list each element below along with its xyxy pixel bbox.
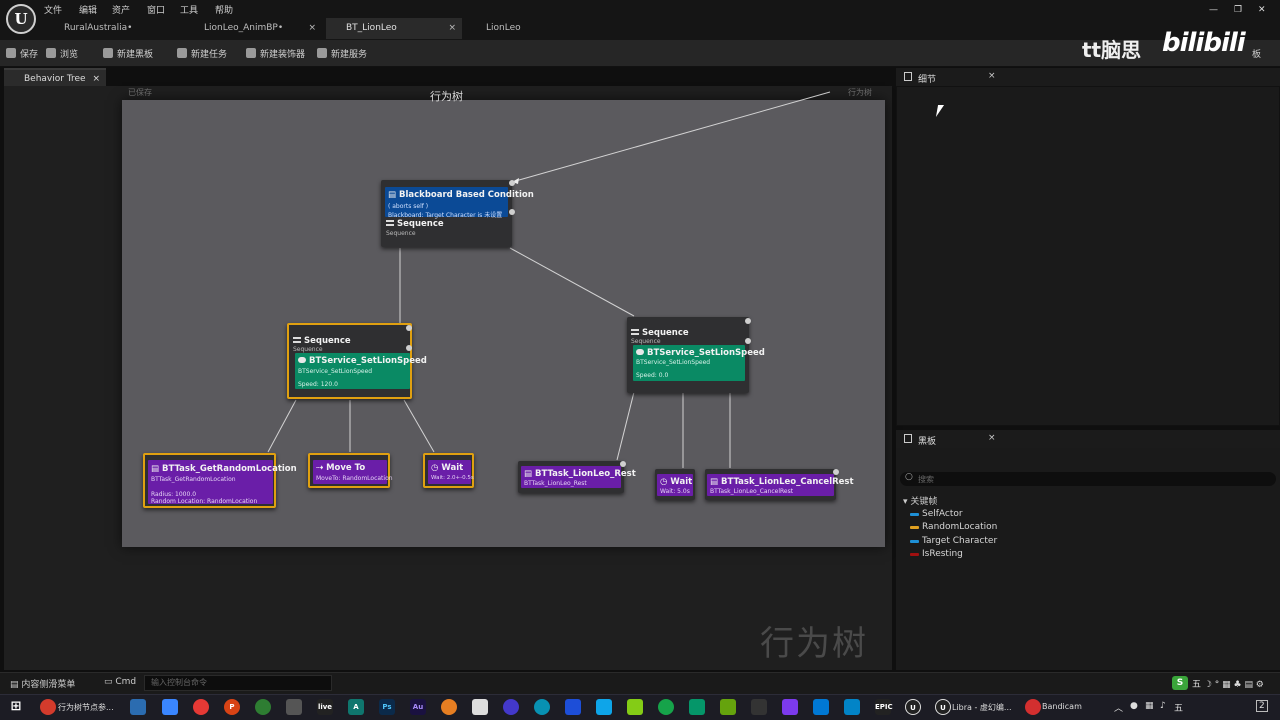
key-type-swatch [910,513,919,516]
bandicam-task-label[interactable]: Bandicam [1042,702,1082,711]
lionleo-cancel-rest-task[interactable]: ▤ BTTask_LionLeo_CancelRest BTTask_LionL… [705,469,854,500]
right-sequence-node[interactable]: Sequence Sequence BTService_SetLionSpeed… [627,317,765,393]
app-icon[interactable] [503,699,519,715]
sequence-icon [293,337,301,343]
output-pin[interactable] [509,180,515,186]
root-sequence-node[interactable]: ▤ Blackboard Based Condition ( aborts se… [381,180,534,247]
photoshop-icon[interactable]: Ps [379,699,395,715]
terminal-icon[interactable] [751,699,767,715]
output-pin[interactable] [745,338,751,344]
clock-icon: ◷ [431,463,442,473]
arduino-icon[interactable] [534,699,550,715]
windows-start-icon[interactable]: ⊞ [8,699,24,715]
sequence-icon [386,220,394,226]
steam-icon[interactable] [130,699,146,715]
app-icon[interactable] [844,699,860,715]
microphone-icon[interactable]: ● [1130,701,1138,711]
output-pin[interactable] [509,209,515,215]
details-panel [896,86,1280,426]
close-icon[interactable]: × [988,71,996,81]
task-icon: ▤ [151,464,162,474]
key-type-swatch [910,526,919,529]
wait-task-2[interactable]: ◷ Wait Wait: 5.0s [655,469,695,500]
app-icon[interactable] [596,699,612,715]
visual-studio-icon[interactable] [782,699,798,715]
ime-indicator[interactable]: 五 [1174,701,1183,714]
output-pin[interactable] [406,325,412,331]
key-type-swatch [910,540,919,543]
decorator-icon: ▤ [388,190,399,200]
wait-task-1[interactable]: ◷ Wait Wait: 2.0+-0.5s [423,453,474,488]
service-icon [298,357,306,363]
netease-music-icon[interactable] [193,699,209,715]
task-icon: ▤ [710,477,721,487]
tool-icon[interactable] [472,699,488,715]
app-icon[interactable] [720,699,736,715]
live-icon[interactable]: live [317,699,333,715]
app-icon[interactable] [565,699,581,715]
service-icon [636,349,644,355]
chrome-icon[interactable] [40,699,56,715]
move-to-task[interactable]: ⇢ Move To MoveTo: RandomLocation [308,453,393,488]
powerpoint-icon[interactable]: P [224,699,240,715]
drawer-icon: ▤ [10,680,22,690]
bb-key-target-character[interactable]: Target Character [922,536,997,546]
sogou-ime-icon[interactable]: S [1172,676,1188,690]
blackboard-icon [904,434,912,443]
left-sequence-node[interactable]: Sequence Sequence BTService_SetLionSpeed… [287,323,427,399]
app-icon[interactable] [162,699,178,715]
app-icon[interactable] [658,699,674,715]
output-pin[interactable] [745,318,751,324]
tray-chevron-icon[interactable]: ︿ [1114,701,1123,714]
unreal-icon[interactable]: U [905,699,921,715]
details-icon [904,72,912,81]
wechat-icon[interactable] [255,699,271,715]
terminal-icon: ▭ [104,677,116,687]
font-app-icon[interactable]: A [348,699,364,715]
epic-games-icon[interactable]: EPIC [875,699,893,715]
blackboard-tab[interactable]: 黑板 × [896,430,1280,448]
set-lion-speed-service[interactable]: BTService_SetLionSpeed BTService_SetLion… [633,345,765,381]
network-icon[interactable]: ▦ [1145,701,1154,711]
output-pin[interactable] [620,461,626,467]
unreal-editor-icon[interactable]: U [935,699,951,715]
vscode-icon[interactable] [813,699,829,715]
output-pin[interactable] [406,345,412,351]
console-command-input[interactable]: 输入控制台命令 [144,675,332,691]
camera-icon[interactable] [286,699,302,715]
blackboard-search[interactable]: ○ 搜索 [900,472,1276,486]
sequence-icon [631,329,639,335]
audition-icon[interactable]: Au [410,699,426,715]
content-drawer-button[interactable]: ▤ 内容侧滑菜单 [10,677,75,690]
app-icon[interactable] [627,699,643,715]
get-random-location-task[interactable]: ▤ BTTask_GetRandomLocation BTTask_GetRan… [143,453,297,508]
set-lion-speed-service[interactable]: BTService_SetLionSpeed BTService_SetLion… [295,353,427,389]
keys-section-header[interactable]: ▾ 关键帧 [903,494,937,507]
arrow-right-icon: ⇢ [316,463,327,473]
ime-toolbar-icons[interactable]: 五 ☽ ° ▦ ♣ ▤ ⚙ [1192,677,1264,690]
task-icon: ▤ [524,469,535,479]
bb-key-random-location[interactable]: RandomLocation [922,522,997,532]
bb-key-is-resting[interactable]: IsResting [922,549,963,559]
clock-icon: ◷ [660,477,671,487]
close-icon[interactable]: × [988,433,996,443]
details-tab[interactable]: 细节 × [896,68,1280,86]
blackboard-condition-decorator[interactable]: ▤ Blackboard Based Condition ( aborts se… [385,187,534,219]
app-icon[interactable] [689,699,705,715]
bandicam-icon[interactable] [1025,699,1041,715]
chrome-task-label[interactable]: 行为树节点参... [58,702,114,713]
key-type-swatch [910,553,919,556]
volume-icon[interactable]: ♪ [1160,701,1166,711]
cmd-button[interactable]: ▭ Cmd [104,677,136,687]
blender-icon[interactable] [441,699,457,715]
search-icon: ○ [905,472,913,482]
libra-task-label[interactable]: Libra - 虚幻编... [952,702,1012,713]
lionleo-rest-task[interactable]: ▤ BTTask_LionLeo_Rest BTTask_LionLeo_Res… [518,461,636,493]
notification-badge[interactable]: 2 [1256,700,1268,712]
output-pin[interactable] [833,469,839,475]
bb-key-self-actor[interactable]: SelfActor [922,509,963,519]
